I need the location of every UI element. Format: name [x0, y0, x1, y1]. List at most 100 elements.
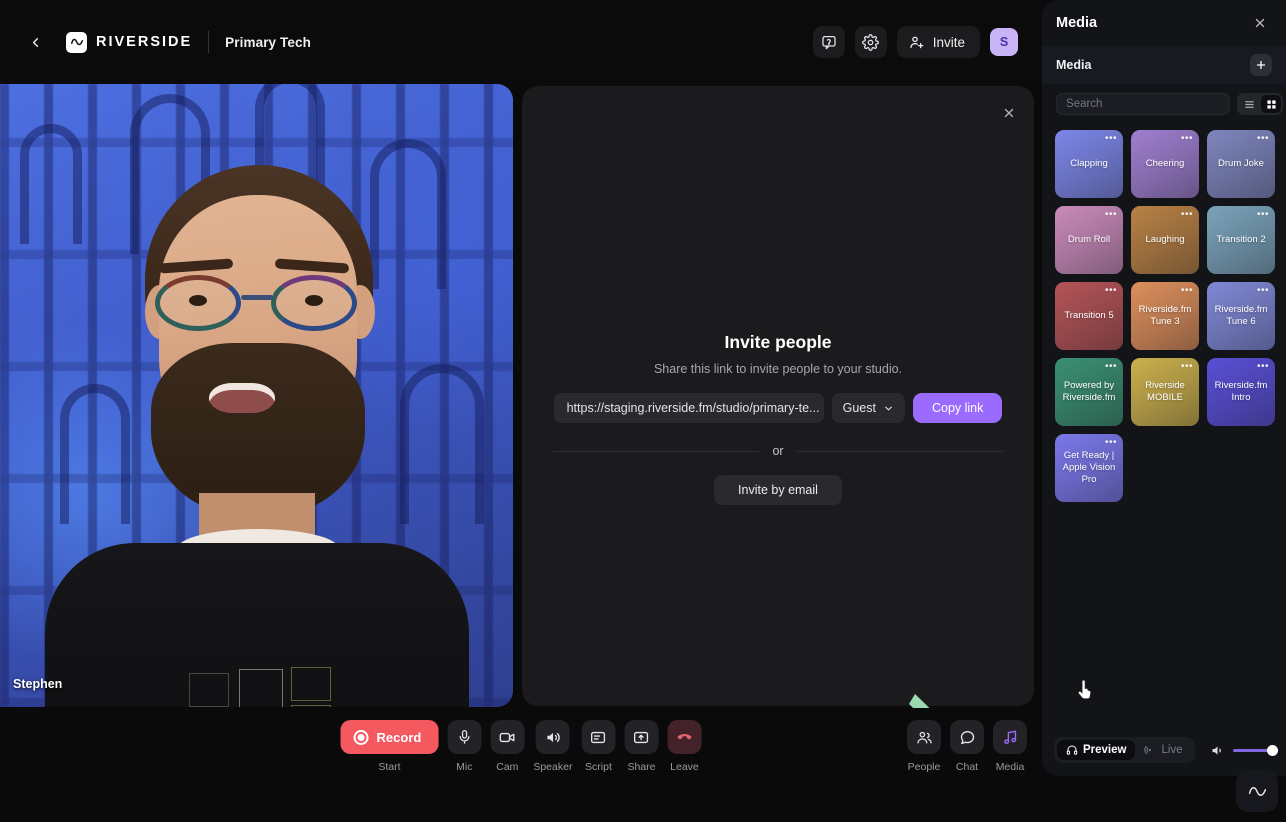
leave-button[interactable] [667, 720, 702, 754]
share-button[interactable] [624, 720, 659, 754]
invite-link-field[interactable]: https://staging.riverside.fm/studio/prim… [553, 393, 824, 423]
brand-name: RIVERSIDE [96, 34, 193, 50]
search-input[interactable] [1056, 93, 1230, 115]
camera-icon [499, 732, 515, 742]
more-options-icon[interactable]: ••• [1105, 286, 1117, 296]
view-toggle [1237, 93, 1283, 115]
invite-role-select[interactable]: Guest [831, 393, 905, 423]
speaker-icon [547, 732, 560, 742]
chat-button[interactable] [950, 720, 984, 754]
media-tile[interactable]: ••• Riverside.fm Tune 6 [1207, 282, 1275, 350]
add-media-button[interactable] [1250, 54, 1272, 76]
preview-label: Preview [1083, 744, 1127, 756]
script-label: Script [585, 761, 612, 773]
media-tile[interactable]: ••• Clapping [1055, 130, 1123, 198]
media-tile-label: Transition 2 [1216, 234, 1266, 245]
live-toggle-button[interactable]: Live [1135, 740, 1191, 760]
media-tile[interactable]: ••• Powered by Riverside.fm [1055, 358, 1123, 426]
media-tile[interactable]: ••• Riverside.fm Tune 3 [1131, 282, 1199, 350]
more-options-icon[interactable]: ••• [1105, 362, 1117, 372]
more-options-icon[interactable]: ••• [1181, 286, 1193, 296]
script-button[interactable] [581, 720, 616, 754]
media-panel-header: Media [1042, 0, 1286, 46]
media-tile-label: Cheering [1145, 158, 1185, 169]
invite-button[interactable]: Invite [896, 26, 980, 58]
more-options-icon[interactable]: ••• [1105, 210, 1117, 220]
more-options-icon[interactable]: ••• [1105, 438, 1117, 448]
speaker-control: Speaker [533, 720, 572, 773]
volume-slider[interactable] [1232, 744, 1278, 756]
more-options-icon[interactable]: ••• [1257, 210, 1269, 220]
record-circle-icon [353, 729, 369, 745]
people-button[interactable] [907, 720, 941, 754]
plus-icon [1256, 60, 1266, 70]
divider-line-right [796, 450, 1003, 452]
toolbar-main-controls: Record Start Mic Cam Speaker Script Shar… [340, 720, 702, 773]
media-tile[interactable]: ••• Cheering [1131, 130, 1199, 198]
script-control: Script [581, 720, 616, 773]
share-screen-icon [634, 731, 649, 743]
or-label: or [772, 444, 784, 458]
avatar[interactable]: S [990, 28, 1018, 56]
invite-by-email-button[interactable]: Invite by email [714, 475, 842, 505]
volume-icon[interactable] [1210, 743, 1225, 758]
more-options-icon[interactable]: ••• [1181, 210, 1193, 220]
glasses-bridge [240, 295, 273, 300]
media-tile[interactable]: ••• Riverside MOBILE [1131, 358, 1199, 426]
volume-slider-knob[interactable] [1267, 744, 1278, 756]
divider-line-left [553, 450, 760, 452]
more-options-icon[interactable]: ••• [1257, 362, 1269, 372]
waveform-floating-button[interactable] [1236, 770, 1278, 812]
media-tile[interactable]: ••• Get Ready | Apple Vision Pro [1055, 434, 1123, 502]
riverside-studio-app: RIVERSIDE Primary Tech Invite S Stephen … [0, 0, 1286, 822]
gear-icon [862, 33, 880, 51]
invite-subtitle: Share this link to invite people to your… [653, 362, 903, 376]
media-panel: Media Media ••• Clapping ••• Cheering ••• [1042, 0, 1286, 776]
media-label: Media [995, 761, 1025, 773]
back-button[interactable] [20, 27, 50, 57]
more-options-icon[interactable]: ••• [1105, 134, 1117, 144]
video-tile-stephen[interactable]: Stephen [0, 84, 513, 707]
media-button[interactable] [993, 720, 1027, 754]
help-chat-icon [822, 36, 836, 50]
help-button[interactable] [812, 26, 845, 58]
cam-button[interactable] [490, 720, 525, 754]
media-tile[interactable]: ••• Drum Roll [1055, 206, 1123, 274]
more-options-icon[interactable]: ••• [1257, 286, 1269, 296]
more-options-icon[interactable]: ••• [1257, 134, 1269, 144]
media-tile[interactable]: ••• Transition 5 [1055, 282, 1123, 350]
grid-view-icon [1266, 99, 1276, 109]
speaker-button[interactable] [535, 720, 570, 754]
media-panel-close-button[interactable] [1248, 11, 1272, 35]
close-icon [1004, 108, 1014, 118]
grid-view-button[interactable] [1261, 95, 1281, 113]
phone-hangup-icon [677, 734, 692, 740]
media-tile[interactable]: ••• Transition 2 [1207, 206, 1275, 274]
invite-panel-close-button[interactable] [996, 100, 1022, 126]
list-view-icon [1244, 100, 1254, 108]
media-tile-label: Powered by Riverside.fm [1062, 380, 1116, 403]
header-actions: Invite S [812, 26, 1028, 58]
people-control: People [907, 720, 941, 773]
record-button-label: Record [376, 729, 422, 745]
preview-toggle-button[interactable]: Preview [1057, 740, 1136, 760]
toolbar-panel-controls: People Chat Media [907, 720, 1027, 773]
people-label: People [907, 761, 941, 773]
copy-link-button[interactable]: Copy link [912, 393, 1003, 423]
media-tile[interactable]: ••• Riverside.fm Intro [1207, 358, 1275, 426]
more-options-icon[interactable]: ••• [1181, 134, 1193, 144]
media-section-header: Media [1042, 46, 1286, 84]
more-options-icon[interactable]: ••• [1181, 362, 1193, 372]
mic-button[interactable] [447, 720, 482, 754]
settings-button[interactable] [854, 26, 887, 58]
media-tile-label: Riverside.fm Tune 3 [1138, 304, 1192, 327]
speaker-label: Speaker [533, 761, 573, 773]
music-note-icon [1003, 730, 1016, 744]
record-button[interactable]: Record [340, 720, 439, 754]
media-tile[interactable]: ••• Drum Joke [1207, 130, 1275, 198]
media-tile-label: Get Ready | Apple Vision Pro [1062, 450, 1116, 485]
headphones-icon [1066, 745, 1078, 755]
media-tile[interactable]: ••• Laughing [1131, 206, 1199, 274]
mic-control: Mic [447, 720, 482, 773]
list-view-button[interactable] [1239, 95, 1259, 113]
